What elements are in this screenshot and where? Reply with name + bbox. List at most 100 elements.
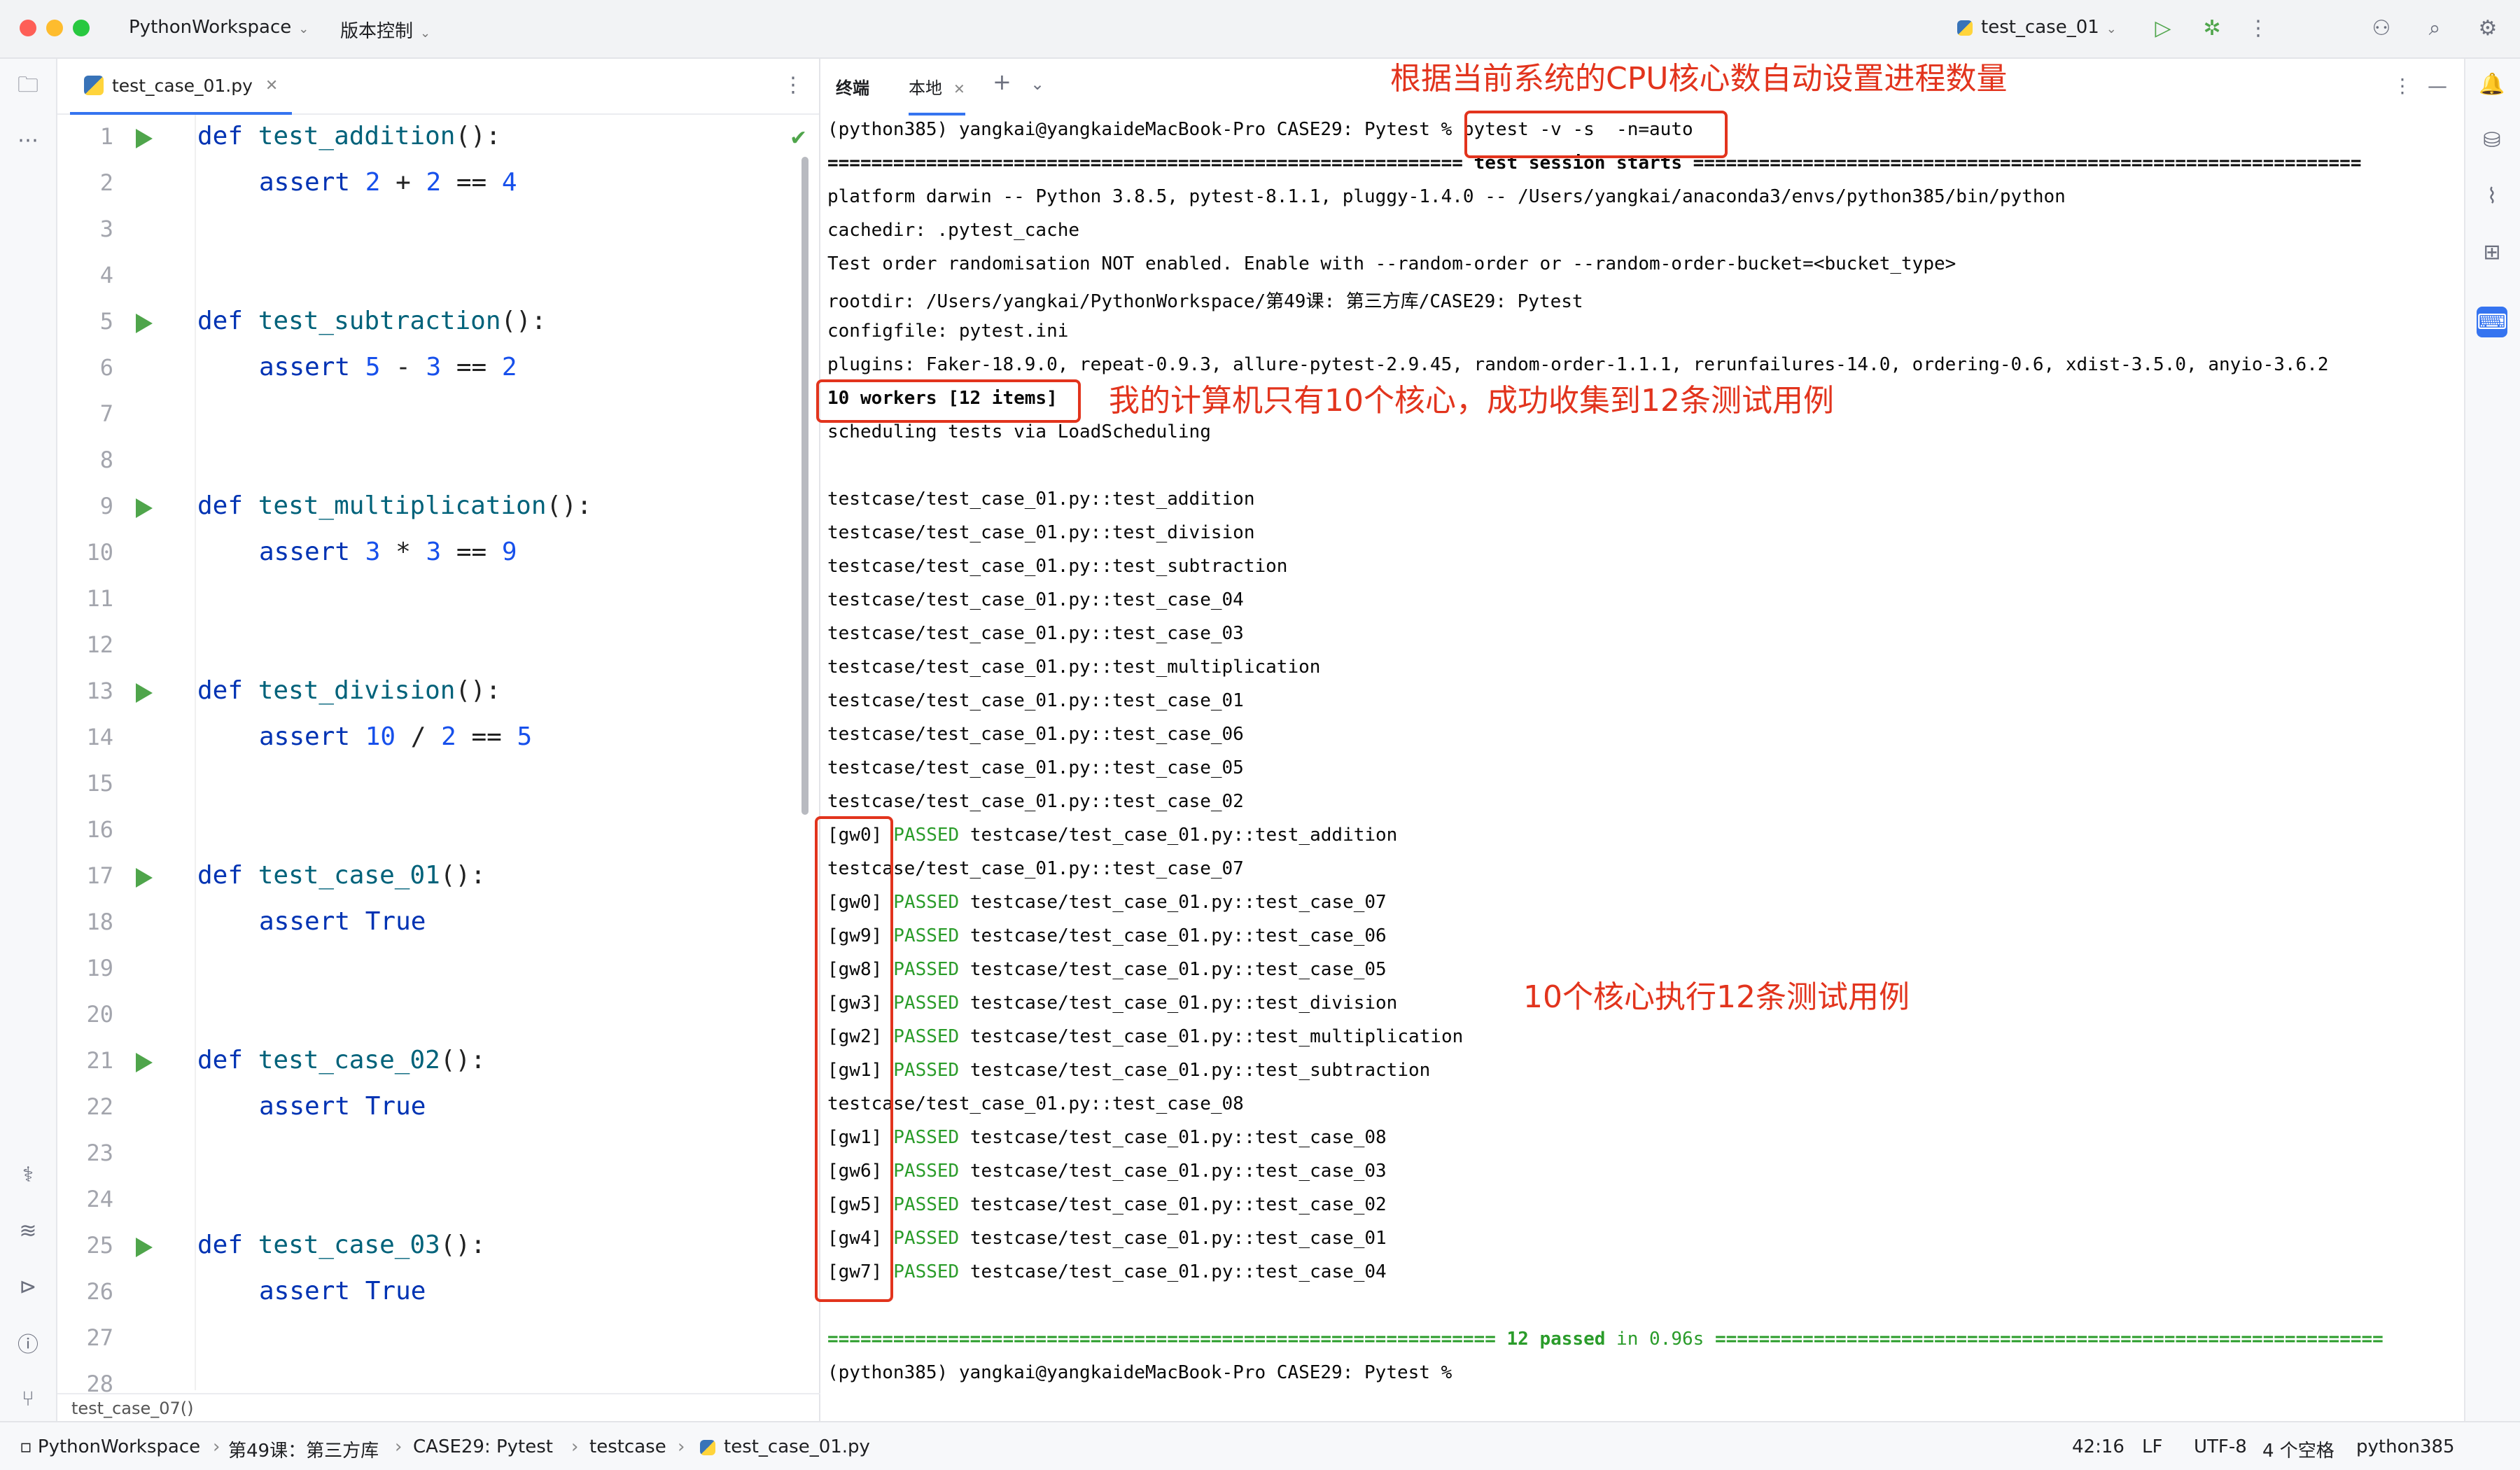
output-line: scheduling tests via LoadScheduling: [827, 421, 1211, 442]
passed-status: PASSED: [893, 1228, 960, 1249]
minimize-window-button[interactable]: [46, 20, 63, 36]
debug-icon[interactable]: ✲: [2198, 14, 2226, 42]
run-test-icon[interactable]: [136, 129, 153, 148]
line-separator[interactable]: LF: [2142, 1436, 2162, 1457]
tab-local-label: 本地: [909, 78, 942, 98]
services-icon[interactable]: ⊳: [13, 1271, 43, 1302]
close-tab-icon[interactable]: ✕: [953, 80, 965, 97]
status-project-label: PythonWorkspace: [37, 1436, 201, 1457]
chevron-down-icon[interactable]: ⌄: [1030, 74, 1044, 94]
code-line[interactable]: assert True: [259, 1092, 426, 1121]
run-test-icon[interactable]: [136, 498, 153, 518]
file-encoding[interactable]: UTF-8: [2194, 1436, 2247, 1457]
line-number: 24: [86, 1186, 113, 1212]
right-tool-strip: 🔔 ⛁ ⌇ ⊞ ⌨: [2464, 59, 2520, 1421]
zoom-window-button[interactable]: [73, 20, 90, 36]
function-name: test_case_03: [258, 1231, 440, 1259]
number: 3: [365, 538, 381, 566]
code-line[interactable]: def test_subtraction():: [197, 307, 547, 335]
test-id: testcase/test_case_01.py::test_division: [959, 993, 1398, 1014]
code-line[interactable]: assert 3 * 3 == 9: [259, 538, 517, 566]
code-line[interactable]: def test_multiplication():: [197, 491, 592, 520]
python-interpreter[interactable]: python385: [2356, 1436, 2455, 1457]
test-id: testcase/test_case_01.py::test_case_06: [959, 925, 1387, 946]
passed-status: PASSED: [893, 959, 960, 980]
number: 3: [426, 353, 442, 382]
database-icon[interactable]: ⛁: [2477, 125, 2507, 155]
hide-panel-icon[interactable]: —: [2428, 74, 2447, 97]
line-number: 20: [86, 1001, 113, 1028]
terminal-options-icon[interactable]: ⋮: [2393, 74, 2412, 97]
breadcrumb-item[interactable]: testcase: [589, 1436, 666, 1457]
close-window-button[interactable]: [20, 20, 36, 36]
new-tab-icon[interactable]: +: [993, 69, 1011, 95]
run-test-icon[interactable]: [136, 868, 153, 888]
code-line[interactable]: def test_case_02():: [197, 1046, 486, 1074]
run-test-icon[interactable]: [136, 1238, 153, 1257]
editor-options-icon[interactable]: ⋮: [783, 73, 804, 97]
collected-test-line: testcase/test_case_01.py::test_case_03: [827, 623, 1244, 644]
test-id: testcase/test_case_01.py::test_multiplic…: [959, 1026, 1464, 1047]
collected-test-line: testcase/test_case_01.py::test_multiplic…: [827, 657, 1321, 678]
collected-test-line: testcase/test_case_01.py::test_case_04: [827, 589, 1244, 610]
collected-test-line: testcase/test_case_01.py::test_case_06: [827, 724, 1244, 745]
add-user-icon[interactable]: ⚇: [2367, 14, 2395, 42]
code-line[interactable]: assert 2 + 2 == 4: [259, 168, 517, 197]
code-line[interactable]: def test_division():: [197, 676, 501, 705]
terminal-panel: 终端 本地 ✕ + ⌄ ⋮ — (python385) yangkai@yangk…: [820, 59, 2464, 1421]
sciview-icon[interactable]: ⌇: [2477, 181, 2507, 211]
breadcrumb-item[interactable]: 第49课：第三方库: [228, 1436, 379, 1462]
status-project[interactable]: ▫ PythonWorkspace: [20, 1436, 200, 1457]
run-test-icon[interactable]: [136, 683, 153, 703]
editor-tab[interactable]: test_case_01.py ✕: [70, 59, 293, 115]
keyword: def: [197, 676, 244, 705]
passed-status: PASSED: [893, 993, 960, 1014]
breadcrumb-item[interactable]: CASE29: Pytest: [413, 1436, 553, 1457]
search-icon[interactable]: ⌕: [2421, 14, 2449, 42]
tab-local[interactable]: 本地 ✕: [909, 74, 965, 115]
number: 2: [426, 168, 442, 197]
vcs-menu[interactable]: 版本控制 ⌄: [340, 17, 430, 43]
title-bar: PythonWorkspace ⌄ 版本控制 ⌄ test_case_01 ⌄ ▷ ✲…: [0, 0, 2520, 59]
code-line[interactable]: assert 5 - 3 == 2: [259, 353, 517, 382]
run-test-icon[interactable]: [136, 1053, 153, 1072]
settings-gear-icon[interactable]: ⚙: [2474, 14, 2502, 42]
code-line[interactable]: def test_case_03():: [197, 1231, 486, 1259]
python-console-icon[interactable]: ⚕: [13, 1159, 43, 1190]
indent-setting[interactable]: 4 个空格: [2262, 1436, 2334, 1462]
close-tab-icon[interactable]: ✕: [265, 77, 278, 94]
terminal-icon[interactable]: ⌨: [2477, 307, 2507, 337]
number: 5: [517, 722, 533, 751]
editor-scrollbar[interactable]: [802, 157, 808, 815]
output-line: platform darwin -- Python 3.8.5, pytest-…: [827, 186, 2066, 207]
run-icon[interactable]: ▷: [2149, 14, 2177, 42]
run-test-icon[interactable]: [136, 314, 153, 333]
structure-icon[interactable]: ⊞: [2477, 237, 2507, 267]
annotation-cores-execute: 10个核心执行12条测试用例: [1523, 979, 1910, 1015]
more-tools-icon[interactable]: ⋯: [13, 125, 43, 155]
git-branch-icon[interactable]: ⑂: [13, 1383, 43, 1414]
breadcrumb-file[interactable]: test_case_01.py: [700, 1436, 870, 1457]
code-line[interactable]: assert True: [259, 1277, 426, 1306]
project-folder-icon[interactable]: 🗀: [13, 71, 43, 102]
caret-position[interactable]: 42:16: [2072, 1436, 2124, 1457]
code-punct: ():: [440, 1231, 486, 1259]
notifications-icon[interactable]: 🔔: [2477, 69, 2507, 99]
more-icon[interactable]: ⋮: [2244, 14, 2272, 42]
keyword: assert: [259, 538, 351, 566]
layers-icon[interactable]: ≋: [13, 1215, 43, 1246]
operator: ==: [441, 538, 502, 566]
line-number: 15: [86, 770, 113, 797]
project-selector[interactable]: PythonWorkspace ⌄: [129, 17, 309, 38]
final-prompt[interactable]: (python385) yangkai@yangkaideMacBook-Pro…: [827, 1362, 1452, 1383]
code-line[interactable]: def test_addition():: [197, 122, 501, 150]
problems-icon[interactable]: ⓘ: [13, 1327, 43, 1358]
code-line[interactable]: assert 10 / 2 == 5: [259, 722, 532, 751]
python-file-icon: [700, 1439, 715, 1455]
run-config-selector[interactable]: test_case_01 ⌄: [1957, 17, 2117, 38]
code-line[interactable]: def test_case_01():: [197, 861, 486, 890]
editor-breadcrumb[interactable]: test_case_07(): [57, 1393, 833, 1422]
operator: ==: [441, 353, 502, 382]
code-line[interactable]: assert True: [259, 907, 426, 936]
line-number: 2: [99, 169, 113, 196]
